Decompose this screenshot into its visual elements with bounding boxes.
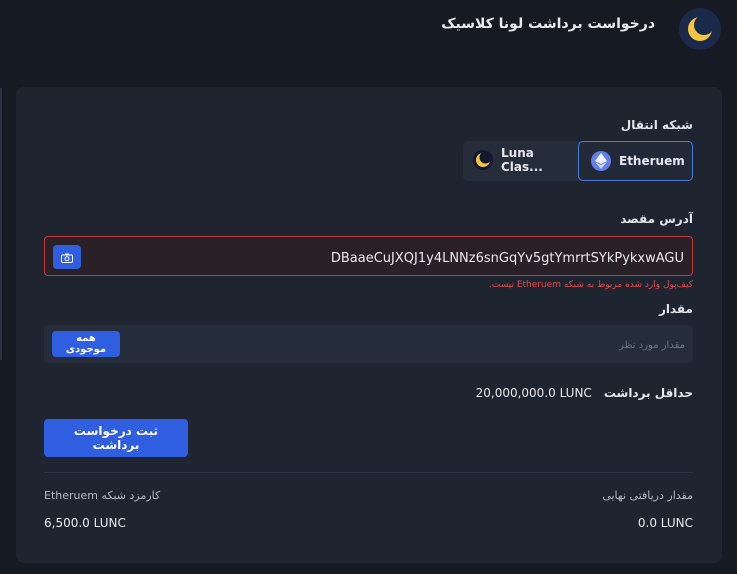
network-option-label: Luna Clas... — [501, 146, 543, 174]
page-title: درخواست برداشت لونا کلاسیک — [441, 16, 655, 32]
address-input[interactable] — [122, 245, 686, 271]
divider — [44, 472, 693, 473]
page-header: درخواست برداشت لونا کلاسیک — [0, 0, 737, 64]
address-error-message: کیف‌پول وارد شده مربوط به شبکه Etheruem … — [489, 280, 693, 290]
camera-icon — [61, 248, 73, 267]
side-divider — [0, 88, 2, 360]
network-selector: Luna Clas... Etheruem — [463, 141, 693, 181]
all-balance-button[interactable]: همه موجودی — [52, 331, 120, 357]
network-option-label: Etheruem — [619, 154, 685, 168]
amount-label: مقدار — [658, 302, 693, 316]
qr-scan-button[interactable] — [53, 245, 81, 269]
submit-withdraw-button[interactable]: ثبت درخواست برداشت — [44, 419, 188, 457]
address-label: آدرس مقصد — [620, 212, 693, 226]
luna-moon-icon — [679, 8, 721, 50]
final-amount-value: 0.0 LUNC — [637, 516, 693, 530]
final-amount-label: مقدار دریافتی نهایی — [602, 489, 693, 502]
network-option-ethereum[interactable]: Etheruem — [578, 141, 693, 181]
network-option-luna-classic[interactable]: Luna Clas... — [463, 141, 578, 179]
address-field — [44, 236, 693, 276]
network-fee-value: 6,500.0 LUNC — [44, 516, 126, 530]
ethereum-icon — [591, 151, 611, 171]
luna-moon-icon — [473, 150, 493, 170]
amount-input[interactable] — [203, 332, 687, 358]
network-fee-label: کارمزد شبکه Etheruem — [44, 489, 161, 502]
network-label: شبکه انتقال — [620, 118, 693, 132]
min-withdraw-value: 20,000,000.0 LUNC — [475, 386, 592, 400]
min-withdraw-row: حداقل برداشت 20,000,000.0 LUNC — [476, 386, 693, 400]
amount-field: همه موجودی — [44, 325, 693, 363]
min-withdraw-label: حداقل برداشت — [603, 386, 693, 400]
